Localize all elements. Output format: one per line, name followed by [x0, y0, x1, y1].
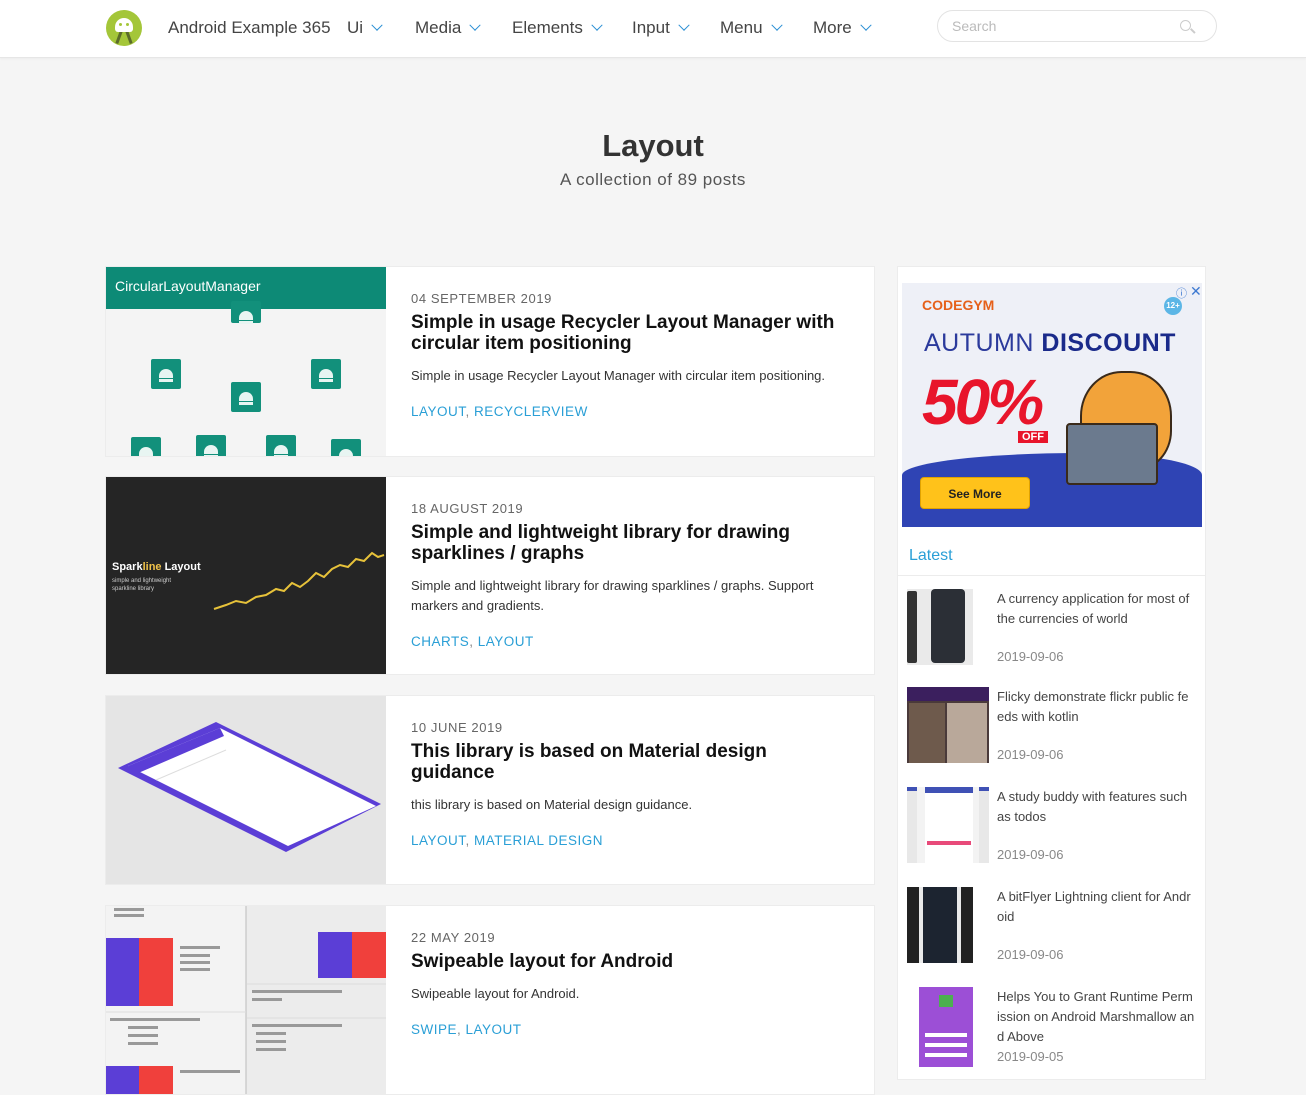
latest-title: A study buddy with features such as todo…	[997, 789, 1188, 824]
post-date: 22 MAY 2019	[411, 930, 496, 945]
android-tile-icon	[231, 301, 261, 324]
post-excerpt: Swipeable layout for Android.	[411, 986, 580, 1001]
search-box	[937, 10, 1217, 42]
menu-ui[interactable]: Ui	[347, 18, 383, 38]
android-tile-icon	[311, 359, 341, 389]
post-tags: CHARTS, LAYOUT	[411, 634, 534, 649]
sparkline-graphic	[213, 551, 385, 610]
post-title[interactable]: This library is based on Material design…	[411, 741, 851, 783]
chevron-down-icon	[591, 19, 603, 31]
sidebar: CODEGYM ⓘ ✕ 12+ AUTUMN DISCOUNT 50% OFF …	[897, 266, 1206, 1080]
latest-item[interactable]: A bitFlyer Lightning client for Andr oid…	[907, 887, 1199, 977]
tag-link[interactable]: SWIPE	[411, 1022, 457, 1037]
android-tile-icon	[196, 435, 226, 456]
latest-item[interactable]: A study buddy with features such as todo…	[907, 787, 1199, 877]
post-body: 10 JUNE 2019 This library is based on Ma…	[411, 720, 851, 848]
ad-discount: 50%	[922, 366, 1044, 438]
post-date: 04 SEPTEMBER 2019	[411, 291, 552, 306]
latest-title: A currency application for most of the c…	[997, 591, 1190, 626]
android-logo-icon[interactable]	[106, 10, 142, 46]
latest-thumbnail	[907, 687, 989, 763]
post-title[interactable]: Simple and lightweight library for drawi…	[411, 522, 851, 564]
latest-date: 2019-09-06	[997, 847, 1064, 862]
tag-link[interactable]: MATERIAL DESIGN	[474, 833, 603, 848]
latest-item[interactable]: A currency application for most of the c…	[907, 589, 1199, 679]
post-card: CircularLayoutManager 04 SEPTEMBER 2019 …	[105, 266, 875, 457]
post-date: 18 AUGUST 2019	[411, 501, 524, 516]
post-thumbnail[interactable]: CircularLayoutManager	[106, 267, 386, 456]
menu-more[interactable]: More	[813, 18, 872, 38]
latest-thumbnail	[907, 589, 973, 665]
tag-link[interactable]: CHARTS	[411, 634, 469, 649]
ad-headline: AUTUMN DISCOUNT	[924, 329, 1176, 357]
post-body: 22 MAY 2019 Swipeable layout for Android…	[411, 930, 851, 1037]
search-icon[interactable]	[1180, 20, 1191, 31]
see-more-button[interactable]: See More	[920, 477, 1030, 509]
menu-menu[interactable]: Menu	[720, 18, 783, 38]
post-card: 22 MAY 2019 Swipeable layout for Android…	[105, 905, 875, 1095]
latest-title: A bitFlyer Lightning client for Andr oid	[997, 889, 1191, 924]
menu-input[interactable]: Input	[632, 18, 690, 38]
divider	[898, 575, 1205, 576]
post-date: 10 JUNE 2019	[411, 720, 503, 735]
latest-title: Helps You to Grant Runtime Perm ission o…	[997, 989, 1195, 1044]
post-title[interactable]: Swipeable layout for Android	[411, 951, 851, 972]
ad-close-icon[interactable]: ✕	[1190, 283, 1202, 300]
chevron-down-icon	[469, 19, 481, 31]
android-tile-icon	[131, 437, 161, 456]
latest-item[interactable]: Helps You to Grant Runtime Perm ission o…	[907, 987, 1199, 1077]
android-tile-icon	[331, 439, 361, 456]
post-tags: SWIPE, LAYOUT	[411, 1022, 522, 1037]
latest-thumbnail	[919, 987, 973, 1067]
page-title: Layout	[602, 128, 704, 163]
latest-item[interactable]: Flicky demonstrate flickr public fe eds …	[907, 687, 1199, 777]
chevron-down-icon	[860, 19, 872, 31]
chevron-down-icon	[678, 19, 690, 31]
post-excerpt: this library is based on Material design…	[411, 797, 693, 812]
tag-link[interactable]: LAYOUT	[478, 634, 534, 649]
ad-banner[interactable]: CODEGYM ⓘ ✕ 12+ AUTUMN DISCOUNT 50% OFF …	[902, 283, 1202, 527]
latest-thumbnail	[907, 787, 989, 863]
material-card-graphic	[118, 722, 381, 852]
post-excerpt: Simple and lightweight library for drawi…	[411, 578, 814, 613]
tag-link[interactable]: LAYOUT	[411, 833, 466, 848]
latest-thumbnail	[907, 887, 973, 963]
post-tags: LAYOUT, RECYCLERVIEW	[411, 404, 588, 419]
android-tile-icon	[231, 382, 261, 412]
laptop-icon	[1066, 423, 1158, 485]
android-tile-icon	[266, 435, 296, 456]
tag-link[interactable]: RECYCLERVIEW	[474, 404, 588, 419]
latest-date: 2019-09-06	[997, 649, 1064, 664]
menu-elements[interactable]: Elements	[512, 18, 603, 38]
latest-heading: Latest	[909, 547, 953, 564]
post-thumbnail[interactable]	[106, 696, 386, 884]
tag-link[interactable]: LAYOUT	[411, 404, 466, 419]
top-nav: Android Example 365 Ui Media Elements In…	[0, 0, 1306, 58]
chevron-down-icon	[371, 19, 383, 31]
latest-date: 2019-09-06	[997, 947, 1064, 962]
post-body: 18 AUGUST 2019 Simple and lightweight li…	[411, 501, 851, 649]
latest-date: 2019-09-06	[997, 747, 1064, 762]
ad-brand: CODEGYM	[922, 297, 995, 313]
chevron-down-icon	[770, 19, 783, 31]
post-card: 10 JUNE 2019 This library is based on Ma…	[105, 695, 875, 885]
post-thumbnail[interactable]: Sparkline Layout simple and lightweight s…	[106, 477, 386, 674]
post-thumbnail[interactable]	[106, 906, 386, 1094]
latest-title: Flicky demonstrate flickr public fe eds …	[997, 689, 1189, 724]
ad-off-label: OFF	[1018, 431, 1048, 443]
post-title[interactable]: Simple in usage Recycler Layout Manager …	[411, 312, 851, 354]
tag-link[interactable]: LAYOUT	[466, 1022, 522, 1037]
menu-media[interactable]: Media	[415, 18, 481, 38]
swipe-layout-graphic	[106, 906, 386, 1094]
page-subtitle: A collection of 89 posts	[560, 170, 746, 189]
search-input[interactable]	[952, 17, 1172, 35]
post-card: Sparkline Layout simple and lightweight s…	[105, 476, 875, 675]
latest-date: 2019-09-05	[997, 1049, 1064, 1064]
site-title[interactable]: Android Example 365	[168, 18, 331, 38]
post-tags: LAYOUT, MATERIAL DESIGN	[411, 833, 604, 848]
post-body: 04 SEPTEMBER 2019 Simple in usage Recycl…	[411, 291, 851, 419]
post-excerpt: Simple in usage Recycler Layout Manager …	[411, 368, 826, 383]
android-tile-icon	[151, 359, 181, 389]
ad-age-badge: 12+	[1164, 297, 1182, 315]
